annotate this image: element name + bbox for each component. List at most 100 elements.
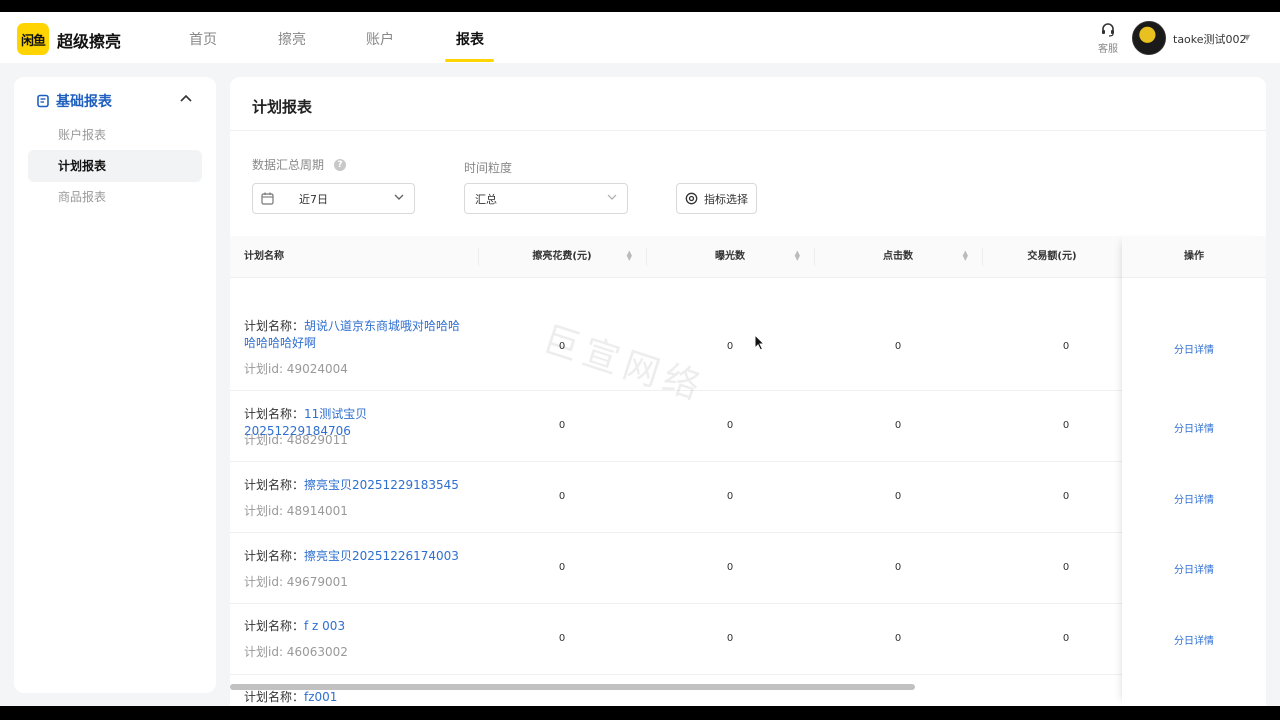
- sidebar-item-account-report[interactable]: 账户报表: [28, 119, 202, 151]
- sidebar-group-label: 基础报表: [56, 94, 112, 110]
- plan-name-link[interactable]: 擦亮宝贝20251226174003: [304, 549, 459, 563]
- table-row: 计划名称：f z 003 计划id: 46063002 0 0 0 0: [230, 604, 1266, 675]
- granularity-label-text: 时间粒度: [464, 161, 513, 175]
- calendar-icon: [261, 192, 274, 205]
- daily-detail-link[interactable]: 分日详情: [1155, 491, 1233, 506]
- sidebar-item-product-report[interactable]: 商品报表: [28, 181, 202, 213]
- sort-icon[interactable]: ▲ ▼: [795, 250, 800, 262]
- top-nav: 闲鱼 超级擦亮 首页 擦亮 账户 报表 客服 taoke测试002 ▼: [0, 12, 1280, 63]
- daily-detail-link[interactable]: 分日详情: [1155, 632, 1233, 647]
- metric-select-label: 指标选择: [704, 192, 748, 206]
- plan-name-link[interactable]: 擦亮宝贝20251229183545: [304, 478, 459, 492]
- plan-name-link[interactable]: f z 003: [304, 619, 345, 633]
- customer-service-button[interactable]: 客服: [1096, 22, 1120, 55]
- service-label: 客服: [1098, 44, 1118, 55]
- col-operations: 操作: [1122, 236, 1266, 278]
- plan-name-label: 计划名称：: [244, 619, 305, 633]
- plan-name-link[interactable]: fz001: [304, 690, 337, 704]
- headset-icon: [1102, 23, 1114, 37]
- cell-clicks: 0: [894, 562, 902, 573]
- cell-gmv: 0: [1062, 633, 1070, 644]
- period-select[interactable]: 近7日: [252, 183, 415, 214]
- col-clicks-label: 点击数: [883, 251, 913, 262]
- nav-reports[interactable]: 报表: [456, 29, 484, 49]
- app-title: 超级擦亮: [57, 32, 122, 51]
- daily-detail-link[interactable]: 分日详情: [1155, 341, 1233, 356]
- app-logo: 闲鱼: [17, 23, 49, 55]
- nav-account[interactable]: 账户: [366, 29, 394, 49]
- avatar[interactable]: [1132, 21, 1166, 55]
- plan-name: 计划名称：胡说八道京东商城哦对哈哈哈哈哈哈哈好啊: [244, 318, 469, 352]
- caret-down-icon[interactable]: ▼: [1244, 33, 1250, 42]
- plan-id: 计划id: 48829011: [244, 433, 348, 447]
- plan-name-label: 计划名称：: [244, 407, 305, 421]
- col-gmv: 交易额(元): [1027, 251, 1077, 262]
- col-impressions[interactable]: 曝光数 ▲ ▼: [646, 236, 814, 278]
- horizontal-scrollbar[interactable]: [230, 684, 915, 690]
- chevron-down-icon: [394, 192, 404, 205]
- divider: [230, 130, 1266, 131]
- plan-name-label: 计划名称：: [244, 478, 305, 492]
- table-row: 计划名称：擦亮宝贝20251226174003 计划id: 49679001 0…: [230, 533, 1266, 604]
- username[interactable]: taoke测试002: [1173, 31, 1247, 47]
- table-row: 计划名称：11测试宝贝20251229184706 计划id: 48829011…: [230, 391, 1266, 462]
- cell-clicks: 0: [894, 341, 902, 352]
- logo-text: 闲鱼: [20, 33, 46, 49]
- col-impressions-label: 曝光数: [715, 251, 745, 262]
- sidebar: 基础报表 账户报表 计划报表 商品报表: [14, 77, 216, 693]
- target-icon: [685, 192, 698, 205]
- period-label: 数据汇总周期 ?: [252, 156, 347, 173]
- daily-detail-link[interactable]: 分日详情: [1155, 420, 1233, 435]
- cell-gmv: 0: [1062, 562, 1070, 573]
- main-panel: 计划报表 数据汇总周期 ? 近7日 时间粒度 汇总 指标选择 计划名称 擦亮花费…: [230, 77, 1266, 706]
- table-row: 计划名称：胡说八道京东商城哦对哈哈哈哈哈哈哈好啊 计划id: 49024004 …: [230, 303, 1266, 391]
- plan-name-label: 计划名称：: [244, 319, 305, 333]
- plan-name-label: 计划名称：: [244, 549, 305, 563]
- table-row: 计划名称：擦亮宝贝20251229183545 计划id: 48914001 0…: [230, 462, 1266, 533]
- cell-impressions: 0: [726, 633, 734, 644]
- mouse-cursor-icon: [754, 334, 766, 351]
- chevron-down-icon: [607, 192, 617, 205]
- chevron-up-icon[interactable]: [180, 91, 192, 105]
- nav-home[interactable]: 首页: [189, 29, 217, 49]
- col-cost-label: 擦亮花费(元): [532, 251, 592, 262]
- plan-id: 计划id: 46063002: [244, 645, 348, 659]
- app-window: 闲鱼 超级擦亮 首页 擦亮 账户 报表 客服 taoke测试002 ▼ 基础报表…: [0, 12, 1280, 706]
- help-icon[interactable]: ?: [334, 158, 347, 171]
- cell-clicks: 0: [894, 633, 902, 644]
- sort-icon[interactable]: ▲ ▼: [627, 250, 632, 262]
- plan-name-label: 计划名称：: [244, 690, 305, 704]
- col-cost[interactable]: 擦亮花费(元) ▲ ▼: [478, 236, 646, 278]
- plan-id: 计划id: 49024004: [244, 362, 348, 376]
- nav-active-indicator: [445, 59, 494, 62]
- granularity-value: 汇总: [475, 192, 497, 206]
- sort-icon[interactable]: ▲ ▼: [963, 250, 968, 262]
- cell-cost: 0: [558, 633, 566, 644]
- cell-impressions: 0: [726, 341, 734, 352]
- metric-select-button[interactable]: 指标选择: [676, 183, 757, 214]
- col-plan-name: 计划名称: [244, 251, 284, 262]
- cell-cost: 0: [558, 420, 566, 431]
- period-label-text: 数据汇总周期: [252, 158, 325, 172]
- granularity-select[interactable]: 汇总: [464, 183, 628, 214]
- cell-impressions: 0: [726, 420, 734, 431]
- table-header: 计划名称 擦亮花费(元) ▲ ▼ 曝光数 ▲ ▼ 点击数 ▲ ▼ 交易额(元): [230, 236, 1266, 278]
- nav-polish[interactable]: 擦亮: [278, 29, 306, 49]
- cell-cost: 0: [558, 341, 566, 352]
- cell-gmv: 0: [1062, 491, 1070, 502]
- table-row: 计划名称：fz001: [230, 675, 1266, 706]
- report-icon: [37, 94, 49, 108]
- granularity-label: 时间粒度: [464, 159, 512, 176]
- plan-id: 计划id: 49679001: [244, 575, 348, 589]
- col-clicks[interactable]: 点击数 ▲ ▼: [814, 236, 982, 278]
- daily-detail-link[interactable]: 分日详情: [1155, 561, 1233, 576]
- sidebar-group-header[interactable]: 基础报表: [36, 91, 112, 111]
- cell-clicks: 0: [894, 491, 902, 502]
- plan-name: 计划名称：f z 003: [244, 618, 469, 635]
- sidebar-item-plan-report[interactable]: 计划报表: [28, 150, 202, 182]
- plan-name: 计划名称：擦亮宝贝20251229183545: [244, 477, 469, 494]
- plan-name: 计划名称：擦亮宝贝20251226174003: [244, 548, 469, 565]
- plan-name: 计划名称：fz001: [244, 689, 469, 706]
- cell-clicks: 0: [894, 420, 902, 431]
- plan-id: 计划id: 48914001: [244, 504, 348, 518]
